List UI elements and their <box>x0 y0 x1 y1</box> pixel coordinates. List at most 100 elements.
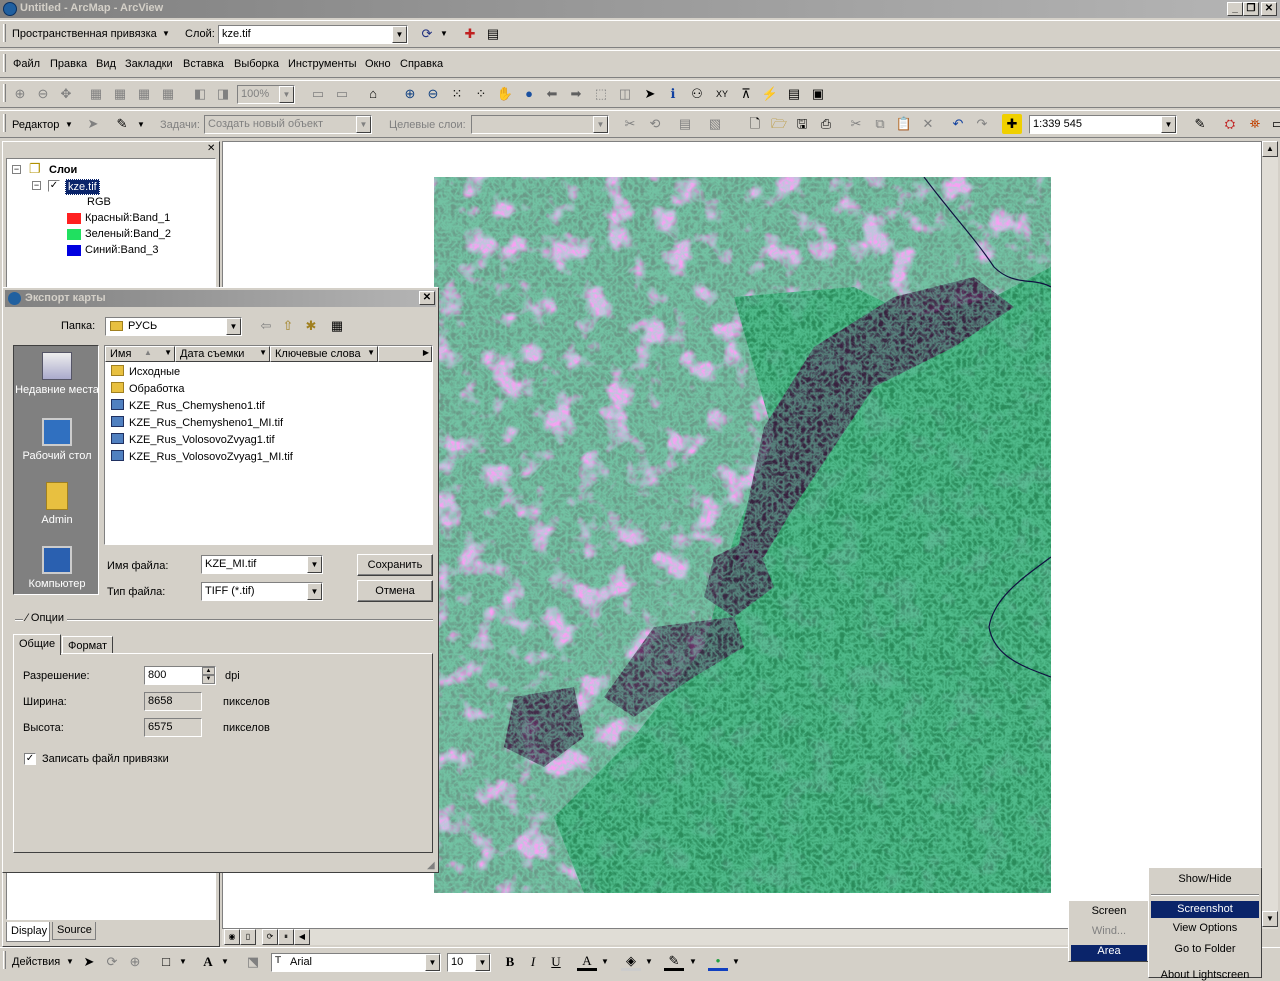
chevron-down-icon[interactable]: ▼ <box>425 954 440 971</box>
close-button[interactable]: ✕ <box>1261 2 1277 16</box>
up-folder-icon[interactable]: ⇧ <box>278 316 298 336</box>
chevron-down-icon[interactable]: ▼ <box>279 86 294 103</box>
pan-hand-icon[interactable]: ✋ <box>495 84 515 104</box>
go-to-xy-icon[interactable]: XY <box>712 84 732 104</box>
toolbar-grip[interactable] <box>3 114 6 132</box>
fixed-zoom-out-map-icon[interactable]: ⁘ <box>471 84 491 104</box>
redo-icon[interactable]: ↷ <box>972 114 992 134</box>
column-more[interactable]: ▶ <box>378 346 432 362</box>
collapse-icon[interactable]: − <box>12 165 21 174</box>
scroll-right-icon[interactable]: ▶ <box>423 348 429 357</box>
select-elements-icon[interactable]: ➤ <box>640 84 660 104</box>
chevron-down-icon[interactable]: ▼ <box>259 348 267 357</box>
list-item[interactable]: KZE_Rus_Chemysheno1_MI.tif <box>111 416 283 429</box>
chevron-down-icon[interactable]: ▼ <box>689 957 697 966</box>
zoom-out-icon[interactable]: ⊖ <box>423 84 443 104</box>
list-item[interactable]: KZE_Rus_VolosovoZvyag1_MI.tif <box>111 450 293 463</box>
fixed-zoom-in-icon[interactable]: ▦ <box>134 84 154 104</box>
sketch-properties-icon[interactable]: ▧ <box>705 114 725 134</box>
menu-file[interactable]: Файл <box>13 58 40 70</box>
rotate-element-icon[interactable]: ⟳ <box>102 952 122 972</box>
attributes-icon[interactable]: ▤ <box>675 114 695 134</box>
pause-drawing-icon[interactable]: ⏸ <box>278 929 294 945</box>
place-admin[interactable]: Admin <box>14 482 100 526</box>
sketch-pencil-icon[interactable]: ✎ <box>112 114 132 134</box>
map-vertical-scrollbar[interactable]: ▲ ▼ <box>1262 141 1278 929</box>
spin-down-icon[interactable]: ▼ <box>202 675 215 684</box>
spin-up-icon[interactable]: ▲ <box>202 667 215 675</box>
data-view-icon[interactable]: ◉ <box>224 929 240 945</box>
rectangle-icon[interactable]: □ <box>156 952 176 972</box>
layout-view-icon[interactable]: ▯ <box>240 929 256 945</box>
toggle-draft-icon[interactable]: ▭ <box>308 84 328 104</box>
restore-button[interactable]: ❐ <box>1243 2 1259 16</box>
focus-data-frame-icon[interactable]: ▭ <box>332 84 352 104</box>
clear-selection-icon[interactable]: ◫ <box>615 84 635 104</box>
zoom-to-element-icon[interactable]: ⊕ <box>125 952 145 972</box>
menu-item-go-to-folder[interactable]: Go to Folder <box>1149 943 1261 955</box>
view-menu-icon[interactable]: ▦ <box>327 316 347 336</box>
chevron-down-icon[interactable]: ▼ <box>593 116 608 133</box>
editor-toolbar-icon[interactable]: ✎ <box>1190 114 1210 134</box>
column-keywords[interactable]: Ключевые слова ▼ <box>270 346 378 362</box>
chevron-down-icon[interactable]: ▼ <box>65 120 73 129</box>
cancel-button[interactable]: Отмена <box>357 580 433 602</box>
underline-icon[interactable]: U <box>546 952 566 972</box>
edit-tool-icon[interactable]: ➤ <box>83 114 103 134</box>
zoom-percent-select[interactable]: 100% ▼ <box>237 85 295 104</box>
zoom-in-icon[interactable]: ⊕ <box>400 84 420 104</box>
chevron-down-icon[interactable]: ▼ <box>475 954 490 971</box>
collapse-icon[interactable]: − <box>32 181 41 190</box>
filetype-select[interactable]: TIFF (*.tif) ▼ <box>201 582 323 601</box>
copy-icon[interactable]: ⧉ <box>870 114 890 134</box>
select-features-icon[interactable]: ⬚ <box>591 84 611 104</box>
chevron-down-icon[interactable]: ▼ <box>307 583 322 600</box>
layer-select[interactable]: kze.tif ▼ <box>218 25 408 44</box>
list-item[interactable]: KZE_Rus_VolosovoZvyag1.tif <box>111 433 275 446</box>
chevron-down-icon[interactable]: ▼ <box>645 957 653 966</box>
menu-view[interactable]: Вид <box>96 58 116 70</box>
save-button[interactable]: Сохранить <box>357 554 433 576</box>
capture-screen-option[interactable]: Screen <box>1069 905 1149 917</box>
toolbar-grip[interactable] <box>3 951 6 969</box>
resolution-input[interactable]: 800 ▲ ▼ <box>144 666 216 685</box>
close-button[interactable]: ✕ <box>419 291 435 305</box>
previous-extent-icon[interactable]: ◧ <box>190 84 210 104</box>
scroll-up-icon[interactable]: ▲ <box>1262 141 1278 157</box>
layer-visibility-checkbox[interactable]: ✓ <box>48 180 60 192</box>
place-computer[interactable]: Компьютер <box>14 546 100 590</box>
print-icon[interactable]: ⎙ <box>816 114 836 134</box>
scroll-left-icon[interactable]: ◀ <box>294 929 310 945</box>
chevron-down-icon[interactable]: ▼ <box>732 957 740 966</box>
capture-area-option[interactable]: Area <box>1071 945 1147 961</box>
list-item[interactable]: Исходные <box>111 365 180 378</box>
menu-edit[interactable]: Правка <box>50 58 87 70</box>
time-slider-icon[interactable]: ▣ <box>808 84 828 104</box>
edit-vertices-icon[interactable]: ⬔ <box>243 952 263 972</box>
list-item[interactable]: KZE_Rus_Chemysheno1.tif <box>111 399 265 412</box>
italic-icon[interactable]: I <box>523 952 543 972</box>
chevron-down-icon[interactable]: ▼ <box>440 29 448 38</box>
capture-window-option[interactable]: Wind... <box>1069 925 1149 937</box>
marker-color-icon[interactable]: • <box>708 951 728 971</box>
chevron-down-icon[interactable]: ▼ <box>392 26 407 43</box>
layout-pan-icon[interactable]: ✥ <box>56 84 76 104</box>
fill-color-icon[interactable]: ◈ <box>621 951 641 971</box>
identify-icon[interactable]: ℹ <box>663 84 683 104</box>
column-date[interactable]: Дата съемки ▼ <box>175 346 270 362</box>
filename-input[interactable]: KZE_MI.tif ▼ <box>201 555 323 574</box>
menu-insert[interactable]: Вставка <box>183 58 224 70</box>
menu-item-screenshot[interactable]: Screenshot <box>1151 901 1259 918</box>
georef-menu-label[interactable]: Пространственная привязка <box>12 28 157 40</box>
new-folder-icon[interactable]: ✱ <box>301 316 321 336</box>
task-select[interactable]: Создать новый объект ▼ <box>204 115 372 134</box>
new-document-icon[interactable]: 🗋 <box>745 114 765 134</box>
menu-selection[interactable]: Выборка <box>234 58 279 70</box>
resize-grip-icon[interactable]: ◢ <box>427 860 435 871</box>
close-icon[interactable]: ✕ <box>207 143 215 154</box>
menu-item-view-options[interactable]: View Options <box>1149 922 1261 934</box>
zoom-100-icon[interactable]: ▦ <box>110 84 130 104</box>
world-file-checkbox[interactable]: ✓ <box>24 753 36 765</box>
add-control-points-icon[interactable]: ✚ <box>460 24 480 44</box>
chevron-down-icon[interactable]: ▼ <box>221 957 229 966</box>
